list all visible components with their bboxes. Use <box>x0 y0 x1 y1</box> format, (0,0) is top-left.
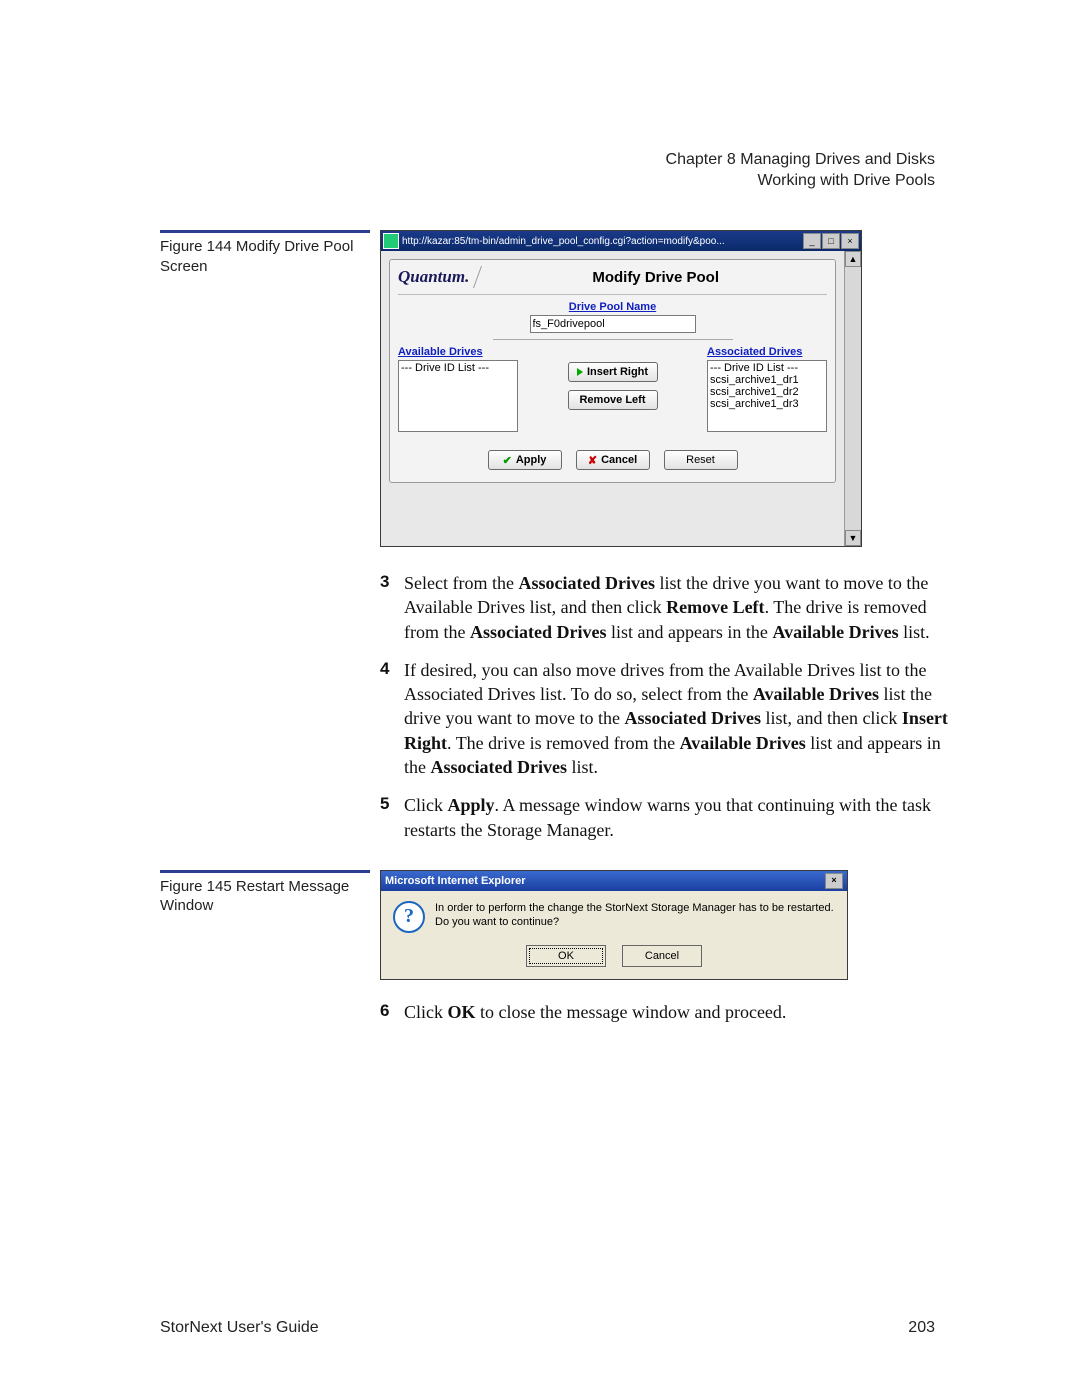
available-drives-list[interactable]: --- Drive ID List --- <box>398 360 518 432</box>
restart-message-dialog: Microsoft Internet Explorer × ? In order… <box>380 870 848 980</box>
list-item[interactable]: scsi_archive1_dr2 <box>710 386 824 398</box>
dialog-titlebar: Microsoft Internet Explorer × <box>381 871 847 891</box>
window-close-button[interactable]: × <box>841 233 859 249</box>
step-number: 4 <box>380 658 404 779</box>
x-icon: ✘ <box>588 454 597 467</box>
chapter-title: Chapter 8 Managing Drives and Disks <box>666 150 935 171</box>
footer-title: StorNext User's Guide <box>160 1319 319 1337</box>
window-minimize-button[interactable]: _ <box>803 233 821 249</box>
page-number: 203 <box>908 1319 935 1337</box>
scroll-down-icon[interactable]: ▼ <box>845 530 861 546</box>
insert-right-button[interactable]: Insert Right <box>568 362 658 382</box>
check-icon: ✔ <box>503 454 512 467</box>
section-title: Working with Drive Pools <box>666 171 935 192</box>
arrow-right-icon <box>577 368 583 376</box>
cancel-button[interactable]: Cancel <box>622 945 702 967</box>
vertical-scrollbar[interactable]: ▲ ▼ <box>844 251 861 546</box>
section-divider <box>493 339 733 340</box>
page-footer: StorNext User's Guide 203 <box>160 1319 935 1337</box>
caption-separator <box>160 230 370 233</box>
brand-logo: Quantum. <box>398 267 475 287</box>
step-number: 3 <box>380 571 404 644</box>
list-item[interactable]: --- Drive ID List --- <box>401 362 515 374</box>
dialog-title: Microsoft Internet Explorer <box>385 875 824 887</box>
panel-title: Modify Drive Pool <box>484 269 827 286</box>
associated-drives-label: Associated Drives <box>707 346 827 358</box>
window-favicon-icon <box>383 233 399 249</box>
drive-pool-name-label: Drive Pool Name <box>398 301 827 313</box>
question-icon: ? <box>393 901 425 933</box>
step-text: If desired, you can also move drives fro… <box>404 658 960 779</box>
cancel-button[interactable]: ✘ Cancel <box>576 450 650 470</box>
scroll-up-icon[interactable]: ▲ <box>845 251 861 267</box>
step-number: 6 <box>380 1000 404 1024</box>
step-number: 5 <box>380 793 404 842</box>
step-text: Click OK to close the message window and… <box>404 1000 960 1024</box>
available-drives-label: Available Drives <box>398 346 518 358</box>
step-text: Click Apply. A message window warns you … <box>404 793 960 842</box>
figure-caption: Figure 145 Restart Message Window <box>160 877 370 916</box>
remove-left-button[interactable]: Remove Left <box>568 390 658 410</box>
window-titlebar: http://kazar:85/tm-bin/admin_drive_pool_… <box>381 231 861 251</box>
list-item[interactable]: scsi_archive1_dr1 <box>710 374 824 386</box>
window-url: http://kazar:85/tm-bin/admin_drive_pool_… <box>402 236 802 247</box>
reset-button[interactable]: Reset <box>664 450 738 470</box>
dialog-close-button[interactable]: × <box>825 873 843 889</box>
running-header: Chapter 8 Managing Drives and Disks Work… <box>666 150 935 192</box>
apply-button[interactable]: ✔ Apply <box>488 450 562 470</box>
instruction-steps: 3 Select from the Associated Drives list… <box>380 571 960 842</box>
caption-separator <box>160 870 370 873</box>
modify-drive-pool-window: http://kazar:85/tm-bin/admin_drive_pool_… <box>380 230 862 547</box>
list-item[interactable]: scsi_archive1_dr3 <box>710 398 824 410</box>
window-maximize-button[interactable]: □ <box>822 233 840 249</box>
figure-caption: Figure 144 Modify Drive Pool Screen <box>160 237 370 276</box>
page: Chapter 8 Managing Drives and Disks Work… <box>0 0 1080 1397</box>
ok-button[interactable]: OK <box>526 945 606 967</box>
associated-drives-list[interactable]: --- Drive ID List --- scsi_archive1_dr1 … <box>707 360 827 432</box>
step-text: Select from the Associated Drives list t… <box>404 571 960 644</box>
drive-pool-name-input[interactable] <box>530 315 696 333</box>
dialog-message: In order to perform the change the StorN… <box>435 901 834 933</box>
list-item[interactable]: --- Drive ID List --- <box>710 362 824 374</box>
